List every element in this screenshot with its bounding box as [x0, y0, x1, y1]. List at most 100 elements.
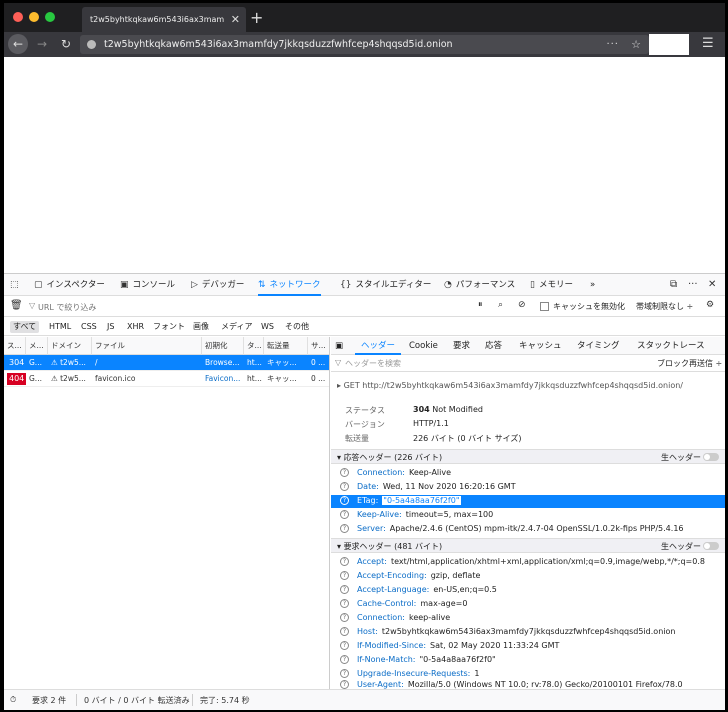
tab-memory[interactable]: ▯ メモリー [530, 274, 573, 296]
type-filter-js[interactable]: JS [104, 321, 117, 333]
help-icon[interactable]: ? [340, 669, 349, 678]
tab-network[interactable]: ⇅ ネットワーク [258, 274, 321, 296]
type-filter-ws[interactable]: WS [258, 321, 277, 333]
help-icon[interactable]: ? [340, 599, 349, 608]
help-icon[interactable]: ? [340, 510, 349, 519]
tab-request[interactable]: 要求 [453, 337, 470, 355]
tab-headers[interactable]: ヘッダー [355, 337, 402, 355]
raw-headers-toggle[interactable] [703, 453, 719, 461]
tab-console[interactable]: ▣ コンソール [120, 274, 175, 296]
forward-button[interactable]: → [32, 34, 52, 54]
bookmark-star-icon[interactable]: ☆ [631, 35, 641, 54]
minimize-window-button[interactable] [29, 12, 39, 22]
tab-inspector[interactable]: ▢ インスペクター [34, 274, 105, 296]
search-icon[interactable]: ⌕ [498, 300, 503, 310]
column-method[interactable]: メ... [26, 337, 48, 355]
header-row[interactable]: ? If-Modified-Since: Sat, 02 May 2020 11:3… [331, 640, 725, 653]
close-devtools-icon[interactable]: ✕ [708, 274, 716, 296]
tab-response[interactable]: 応答 [485, 337, 502, 355]
performance-analysis-icon[interactable]: ⏱ [10, 695, 16, 705]
header-row[interactable]: ? ETag: "0-5a4a8aa76f2f0" [331, 495, 725, 508]
page-actions-icon[interactable]: ··· [606, 35, 619, 54]
type-filter-all[interactable]: すべて [10, 321, 40, 333]
help-icon[interactable]: ? [340, 468, 349, 477]
pick-element-icon[interactable]: ⬚ [10, 274, 23, 296]
help-icon[interactable]: ? [340, 627, 349, 636]
block-requests-icon[interactable]: ⊘ [518, 300, 526, 310]
site-info-icon[interactable] [87, 40, 96, 49]
type-filter-fonts[interactable]: フォント [150, 321, 188, 333]
help-icon[interactable]: ? [340, 655, 349, 664]
maximize-window-button[interactable] [45, 12, 55, 22]
help-icon[interactable]: ? [340, 585, 349, 594]
header-row[interactable]: ? Keep-Alive: timeout=5, max=100 [331, 509, 725, 522]
toggle-sidebar-icon[interactable]: ▣ [335, 337, 343, 355]
header-row[interactable]: ? Cache-Control: max-age=0 [331, 598, 725, 611]
help-icon[interactable]: ? [340, 496, 349, 505]
tab-cache[interactable]: キャッシュ [519, 337, 562, 355]
network-settings-gear-icon[interactable]: ⚙ [706, 300, 714, 310]
url-filter-input[interactable] [26, 300, 326, 314]
column-domain[interactable]: ドメイン [48, 337, 92, 355]
request-headers-section[interactable]: ▾ 要求ヘッダー (481 バイト) 生ヘッダー [331, 538, 725, 553]
tab-timings[interactable]: タイミング [577, 337, 620, 355]
table-row[interactable]: 404 G... ⚠︎ t2w5... favicon.ico Favicon.… [4, 371, 329, 387]
help-icon[interactable]: ? [340, 613, 349, 622]
header-row[interactable]: ? Server: Apache/2.4.6 (CentOS) mpm-itk/2.… [331, 523, 725, 536]
column-type[interactable]: タ... [244, 337, 264, 355]
header-row[interactable]: ? Accept-Encoding: gzip, deflate [331, 570, 725, 583]
header-row[interactable]: ? Connection: keep-alive [331, 612, 725, 625]
block-button[interactable]: ブロック [657, 358, 689, 369]
type-filter-html[interactable]: HTML [46, 321, 74, 333]
close-tab-icon[interactable]: ✕ [231, 7, 240, 32]
help-icon[interactable]: ? [340, 482, 349, 491]
dock-side-icon[interactable]: ⧉ [670, 274, 677, 296]
disable-cache-checkbox[interactable] [540, 302, 549, 311]
help-icon[interactable]: ? [340, 680, 349, 689]
header-row[interactable]: ? Connection: Keep-Alive [331, 467, 725, 480]
column-size[interactable]: サ... [308, 337, 330, 355]
hamburger-menu-icon[interactable]: ☰ [702, 34, 714, 54]
help-icon[interactable]: ? [340, 641, 349, 650]
header-row[interactable]: ? Accept: text/html,application/xhtml+xml,… [331, 556, 725, 569]
tab-stack-trace[interactable]: スタックトレース [637, 337, 705, 355]
header-row[interactable]: ? If-None-Match: "0-5a4a8aa76f2f0" [331, 654, 725, 667]
tab-debugger[interactable]: ▷ デバッガー [191, 274, 244, 296]
header-row[interactable]: ? User-Agent: Mozilla/5.0 (Windows NT 10.… [331, 679, 725, 693]
type-filter-css[interactable]: CSS [78, 321, 100, 333]
request-url-line[interactable]: ▸ GET http://t2w5byhtkqkaw6m543i6ax3mamf… [337, 381, 683, 390]
tab-cookies[interactable]: Cookie [409, 337, 438, 355]
type-filter-xhr[interactable]: XHR [124, 321, 147, 333]
trash-icon[interactable]: 🗑 [10, 300, 23, 311]
tab-performance[interactable]: ◔ パフォーマンス [444, 274, 515, 296]
back-button[interactable]: ← [8, 34, 28, 54]
pause-icon[interactable]: ⏸ [478, 300, 483, 310]
tab-style-editor[interactable]: {} スタイルエディター [340, 274, 431, 296]
help-icon[interactable]: ? [340, 557, 349, 566]
throttle-select[interactable]: 帯域制限なし ÷ [636, 301, 693, 312]
response-headers-section[interactable]: ▾ 応答ヘッダー (226 バイト) 生ヘッダー [331, 449, 725, 464]
type-filter-media[interactable]: メディア [218, 321, 255, 333]
header-search-input[interactable]: ヘッダーを検索 [345, 358, 401, 369]
raw-headers-toggle[interactable] [703, 542, 719, 550]
help-icon[interactable]: ? [340, 524, 349, 533]
reload-button[interactable]: ↻ [56, 34, 76, 54]
table-row[interactable]: 304 G... ⚠︎ t2w5... / Browse... ht... キャ… [4, 355, 329, 371]
close-window-button[interactable] [13, 12, 23, 22]
browser-tab[interactable]: t2w5byhtkqkaw6m543i6ax3mamfdy7jkkqsduzzf… [82, 7, 246, 32]
request-initiator[interactable]: Favicon... [202, 371, 244, 387]
column-initiator[interactable]: 初期化 [202, 337, 244, 355]
type-filter-other[interactable]: その他 [282, 321, 312, 333]
devtools-menu-icon[interactable]: ··· [688, 274, 698, 296]
header-row[interactable]: ? Accept-Language: en-US,en;q=0.5 [331, 584, 725, 597]
type-filter-images[interactable]: 画像 [190, 321, 212, 333]
more-tabs-icon[interactable]: » [590, 274, 595, 296]
header-row[interactable]: ? Date: Wed, 11 Nov 2020 16:20:16 GMT [331, 481, 725, 494]
header-row[interactable]: ? Host: t2w5byhtkqkaw6m543i6ax3mamfdy7jkkq… [331, 626, 725, 639]
help-icon[interactable]: ? [340, 571, 349, 580]
resend-button[interactable]: 再送信 ÷ [689, 358, 722, 369]
column-file[interactable]: ファイル [92, 337, 202, 355]
url-bar[interactable]: t2w5byhtkqkaw6m543i6ax3mamfdy7jkkqsduzzf… [80, 35, 649, 54]
column-transferred[interactable]: 転送量 [264, 337, 308, 355]
column-status[interactable]: ス... [4, 337, 26, 355]
